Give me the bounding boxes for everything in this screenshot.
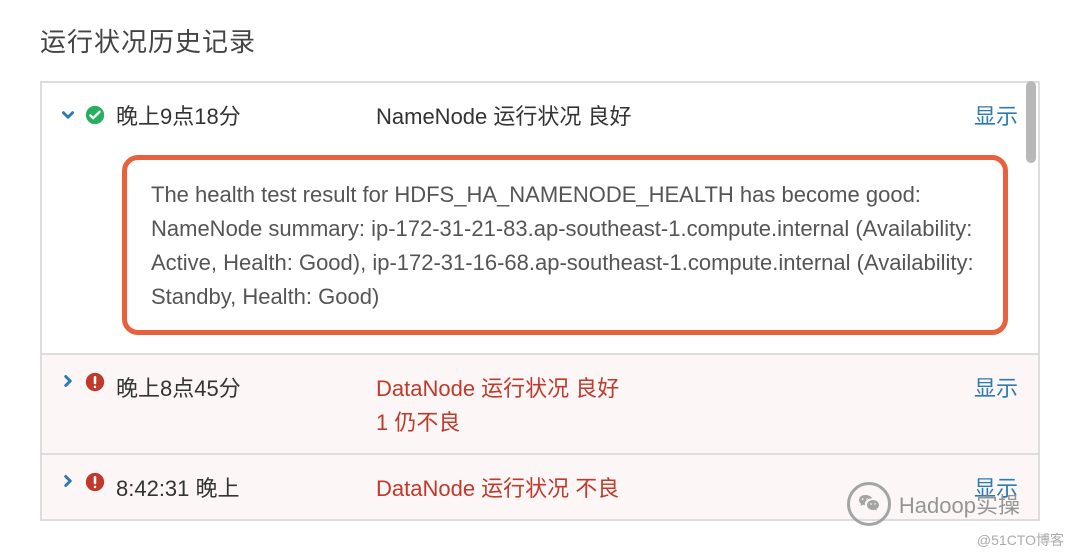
row-msg-line2: 1 仍不良	[376, 405, 974, 437]
status-good-icon	[84, 104, 106, 126]
status-error-icon	[84, 371, 106, 393]
watermark-brand-text: Hadoop实操	[899, 488, 1020, 520]
detail-text: The health test result for HDFS_HA_NAMEN…	[151, 178, 979, 314]
scrollbar-track	[1024, 81, 1038, 521]
row-time: 晚上9点18分	[116, 99, 376, 131]
row-msg-line1: DataNode 运行状况 良好	[376, 371, 974, 403]
watermark-brand: Hadoop实操	[847, 482, 1020, 526]
chevron-down-icon	[58, 105, 78, 125]
status-error-icon	[84, 471, 106, 493]
row-time: 8:42:31 晚上	[116, 471, 376, 503]
show-link[interactable]: 显示	[974, 371, 1018, 403]
page-title: 运行状况历史记录	[40, 22, 1040, 59]
show-link[interactable]: 显示	[974, 99, 1018, 131]
history-list: 晚上9点18分 NameNode 运行状况 良好 显示 The health t…	[40, 81, 1040, 521]
row-header[interactable]: 晚上9点18分 NameNode 运行状况 良好 显示	[42, 83, 1038, 147]
history-row: 晚上9点18分 NameNode 运行状况 良好 显示 The health t…	[42, 83, 1038, 355]
row-msg: NameNode 运行状况 良好	[376, 99, 974, 131]
wechat-icon	[847, 482, 891, 526]
scrollbar-thumb[interactable]	[1026, 81, 1036, 163]
chevron-right-icon	[58, 371, 78, 391]
row-time: 晚上8点45分	[116, 371, 376, 403]
row-msg: DataNode 运行状况 良好 1 仍不良	[376, 371, 974, 437]
history-row[interactable]: 晚上8点45分 DataNode 运行状况 良好 1 仍不良 显示	[42, 355, 1038, 455]
watermark-corner: @51CTO博客	[977, 530, 1064, 550]
detail-box: The health test result for HDFS_HA_NAMEN…	[122, 155, 1008, 335]
chevron-right-icon	[58, 471, 78, 491]
